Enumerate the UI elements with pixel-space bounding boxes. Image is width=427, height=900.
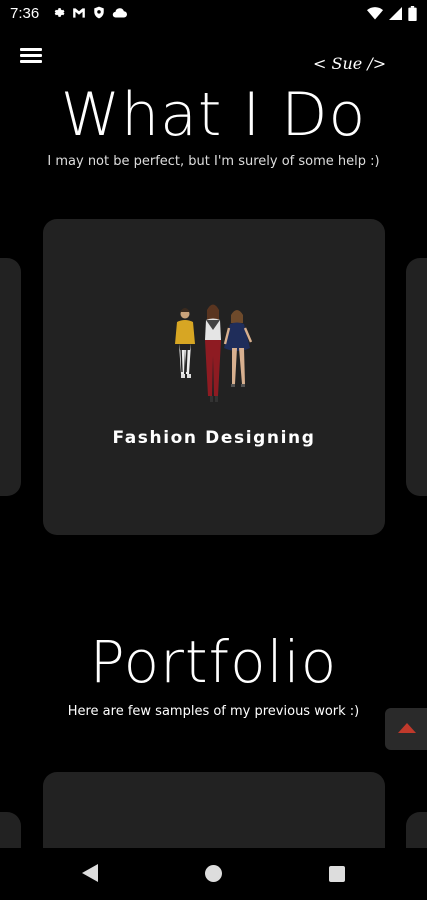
menu-button[interactable] — [20, 48, 42, 66]
signal-icon — [389, 7, 402, 20]
gmail-icon — [73, 7, 85, 18]
status-left-icons — [52, 6, 127, 19]
portfolio-subtitle: Here are few samples of my previous work… — [67, 704, 360, 719]
cloud-icon — [112, 8, 127, 18]
what-i-do-subtitle: I may not be perfect, but I'm surely of … — [47, 154, 380, 169]
battery-icon — [408, 6, 417, 21]
previous-service-card[interactable] — [0, 258, 21, 496]
hamburger-line — [20, 54, 42, 57]
status-right-icons — [367, 6, 417, 21]
service-card-label: Fashion Designing — [112, 428, 316, 448]
scroll-to-top-button[interactable] — [385, 708, 427, 750]
hamburger-line — [20, 60, 42, 63]
back-icon[interactable] — [82, 864, 98, 882]
hamburger-line — [20, 48, 42, 51]
wifi-icon — [367, 7, 383, 20]
portfolio-title: Portfolio — [89, 628, 338, 696]
what-i-do-title: What I Do — [60, 80, 367, 150]
status-bar: 7:36 — [0, 0, 427, 28]
gear-icon — [54, 8, 65, 17]
next-service-card[interactable] — [406, 258, 427, 496]
shield-icon — [94, 6, 104, 19]
service-card-fashion-designing[interactable]: Fashion Designing — [43, 219, 385, 535]
system-nav-bar — [0, 848, 427, 900]
status-time: 7:36 — [10, 5, 40, 22]
arrow-up-icon — [398, 723, 416, 733]
fashion-models-illustration — [175, 304, 253, 402]
recents-icon[interactable] — [329, 866, 345, 882]
logo[interactable]: < Sue /> — [313, 54, 386, 73]
home-icon[interactable] — [205, 865, 222, 882]
